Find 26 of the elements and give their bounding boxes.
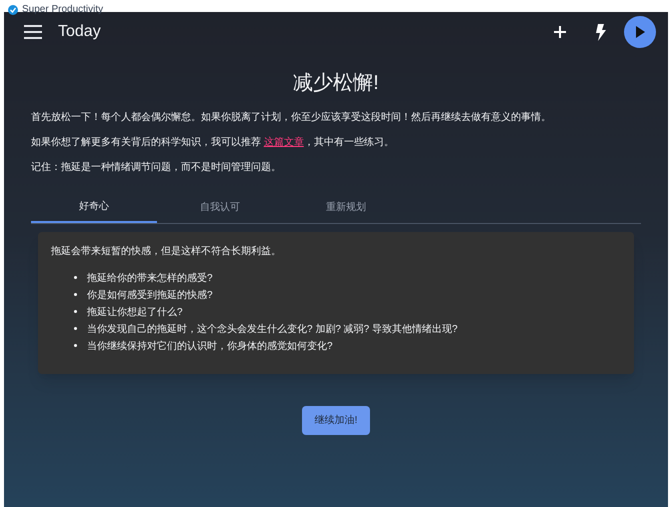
intro-text: 拖延会带来短暂的快感，但是这样不符合长期利益。 <box>51 244 282 259</box>
paragraph: 首先放松一下！每个人都会偶尔懈怠。如果你脱离了计划，你至少应该享受这段时间！然后再继续去做有意义的事情。 <box>31 110 552 125</box>
toolbar-title: Today <box>58 22 101 42</box>
bullet-icon <box>74 276 77 279</box>
heading: 减少松懈! <box>292 71 380 96</box>
lightning-icon <box>594 24 606 40</box>
paragraph: 记住：拖延是一种情绪调节问题，而不是时间管理问题。 <box>31 160 282 175</box>
list-item-text: 你是如何感受到拖延的快感? <box>87 288 213 303</box>
tab[interactable]: 好奇心 <box>31 191 157 223</box>
bullet-icon <box>74 344 77 347</box>
list-item-text: 当你发现自己的拖延时，这个念头会发生什么变化? 加剧? 减弱? 导致其他情绪出现? <box>87 322 458 337</box>
paragraph: 如果你想了解更多有关背后的科学知识，我可以推荐 这篇文章，其中有一些练习。 <box>31 136 395 150</box>
tab[interactable]: 自我认可 <box>157 191 283 223</box>
tab[interactable]: 重新规划 <box>283 191 409 223</box>
play-icon <box>635 26 645 38</box>
article-link[interactable]: 这篇文章 <box>264 137 304 148</box>
menu-button[interactable] <box>24 25 42 39</box>
continue-button[interactable]: 继续加油! <box>302 406 370 435</box>
plus-icon <box>553 25 567 39</box>
list-item-text: 拖延给你的带来怎样的感受? <box>87 272 213 286</box>
play-button[interactable] <box>624 16 656 48</box>
bullet-icon <box>74 310 77 313</box>
list-item-text: 拖延让你想起了什么? <box>87 306 183 320</box>
bullet-icon <box>74 327 77 330</box>
bullet-icon <box>74 293 77 296</box>
list-item-text: 当你继续保持对它们的认识时，你身体的感觉如何变化? <box>87 340 333 354</box>
